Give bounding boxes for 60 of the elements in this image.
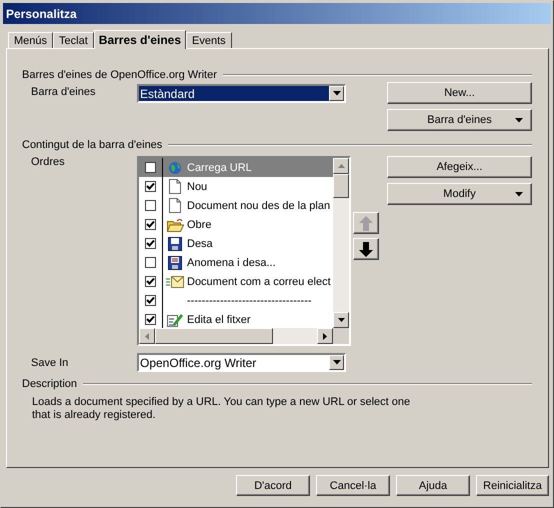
tab[interactable]: Events — [186, 32, 232, 48]
caret-icon — [515, 118, 523, 123]
tab[interactable]: Teclat — [53, 32, 94, 48]
dialog-button[interactable]: D'acord — [236, 475, 310, 496]
scroll-left-icon[interactable] — [145, 332, 149, 340]
list-item[interactable]: Desa — [185, 238, 213, 250]
field-label: Save In — [30, 356, 70, 368]
list-item[interactable]: Nou — [185, 180, 208, 192]
menu-button[interactable]: Barra d'eines — [387, 109, 532, 131]
document-icon — [169, 179, 181, 194]
section-heading: Contingut de la barra d'eines — [22, 139, 162, 151]
dialog-button[interactable]: Cancel·la — [316, 475, 390, 496]
dialog-button[interactable]: Reinicialitza — [476, 475, 549, 496]
document-icon — [169, 198, 181, 213]
save-in-dropdown[interactable]: OpenOffice.org Writer — [137, 353, 346, 372]
section-heading: Description — [22, 378, 78, 390]
list-item[interactable]: Anomena i desa... — [185, 256, 276, 268]
push-button[interactable]: Afegeix... — [387, 156, 532, 178]
scroll-right-icon[interactable] — [323, 332, 327, 340]
description-text: Loads a document specified by a URL. You can type a new URL or select one that is already registered. — [32, 396, 412, 422]
scroll-up-icon[interactable] — [338, 164, 344, 168]
window-title: Personalitza — [6, 6, 77, 20]
folder-icon — [166, 218, 184, 232]
caret-icon — [332, 360, 340, 365]
up-arrow-icon — [359, 216, 373, 230]
dropdown-button[interactable] — [329, 86, 344, 101]
move-down-button[interactable] — [353, 238, 379, 260]
menu-button[interactable]: Modify — [387, 183, 532, 205]
section-heading: Barres d'eines de OpenOffice.org Writer — [22, 69, 217, 81]
list-item[interactable]: Edita el fitxer — [185, 314, 251, 326]
checkbox[interactable] — [145, 200, 156, 211]
dialog-button[interactable]: Ajuda — [396, 475, 470, 496]
scroll-down-icon[interactable] — [338, 318, 344, 322]
field-label: Barra d'eines — [30, 85, 96, 98]
caret-icon — [332, 91, 340, 96]
checkbox[interactable] — [145, 276, 156, 287]
list-item[interactable]: ---------------------------------- — [185, 294, 312, 306]
tab[interactable]: Barres d'eines — [94, 30, 186, 49]
caret-icon — [515, 192, 523, 197]
globe-icon — [168, 160, 182, 174]
edit-document-icon — [167, 312, 183, 327]
scroll-thumb[interactable] — [333, 174, 349, 198]
checkbox[interactable] — [145, 314, 156, 325]
toolbar-dropdown[interactable]: Estàndard — [137, 84, 346, 103]
scroll-thumb[interactable] — [155, 328, 273, 344]
checkbox[interactable] — [145, 162, 156, 173]
list-item[interactable]: Document nou des de la plan — [185, 200, 330, 212]
envelope-icon — [166, 276, 184, 288]
down-arrow-icon — [359, 242, 373, 256]
list-item[interactable]: Document com a correu elect — [185, 276, 331, 288]
checkbox[interactable] — [145, 295, 156, 306]
list-item[interactable]: Obre — [185, 218, 212, 230]
checkbox[interactable] — [145, 181, 156, 192]
checkbox[interactable] — [145, 257, 156, 268]
dropdown-button[interactable] — [329, 355, 344, 370]
checkbox[interactable] — [145, 238, 156, 249]
checkbox[interactable] — [145, 219, 156, 230]
push-button[interactable]: New... — [387, 82, 532, 104]
tab[interactable]: Menús — [8, 32, 54, 48]
field-label: Ordres — [30, 156, 66, 168]
